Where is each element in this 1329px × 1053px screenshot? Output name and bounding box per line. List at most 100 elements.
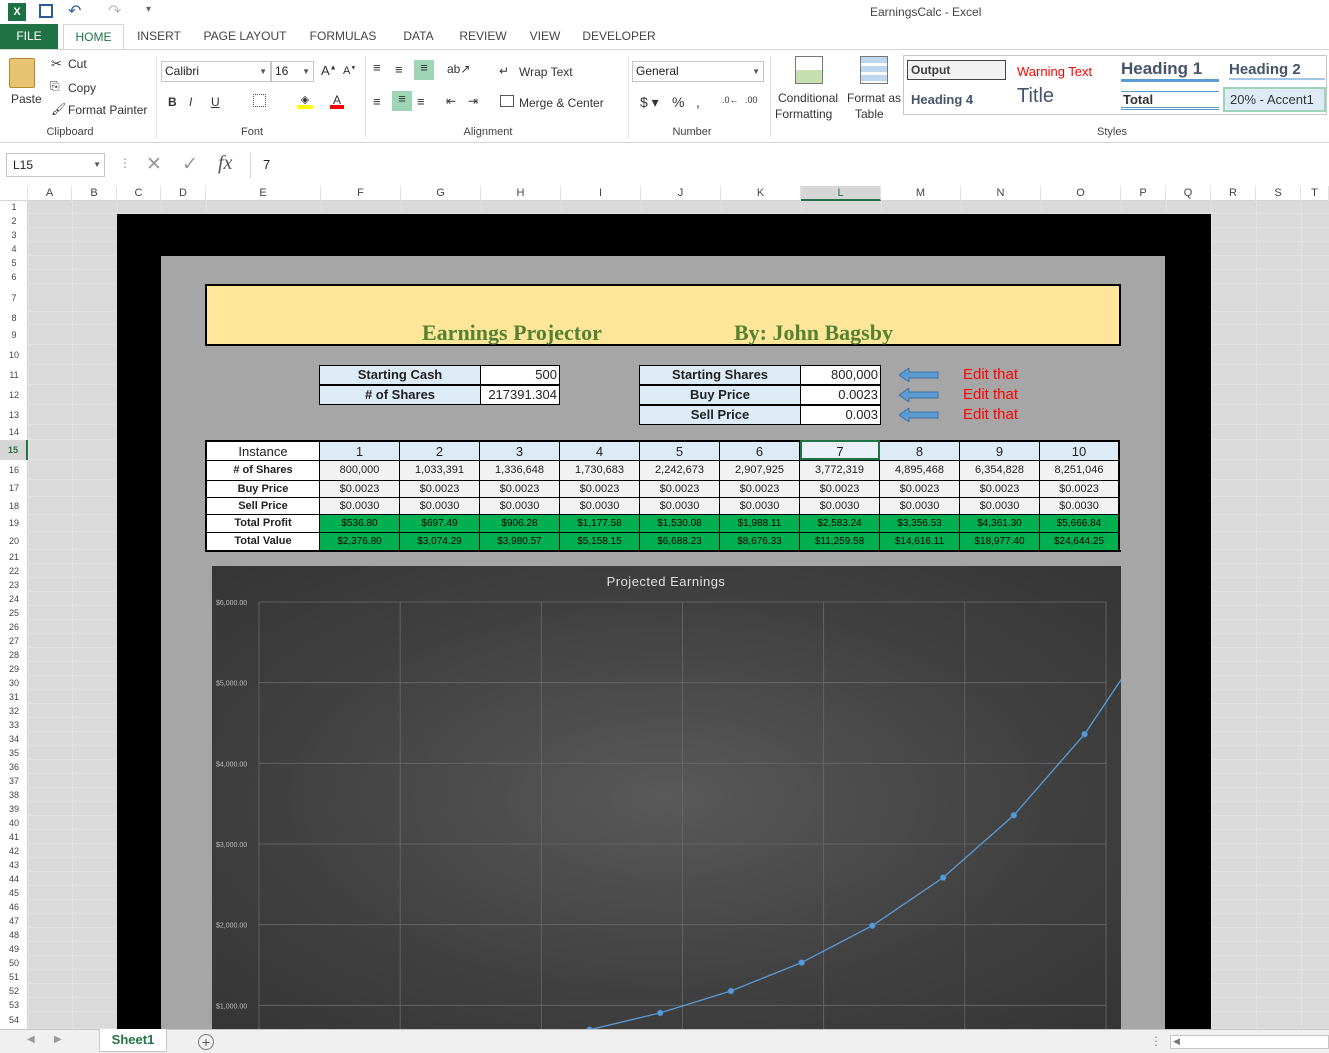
undo-icon[interactable]: ↶ [68,1,81,21]
currency-icon[interactable]: $ ▾ [640,94,659,111]
row-header-19[interactable]: 19 [0,515,28,532]
table-cell[interactable]: $14,616.11 [880,532,960,550]
column-header-c[interactable]: C [117,186,161,201]
row-header-45[interactable]: 45 [0,886,28,900]
column-header-b[interactable]: B [72,186,117,201]
row-header-32[interactable]: 32 [0,704,28,718]
table-cell[interactable]: $0.0023 [720,480,800,497]
fill-color-icon[interactable]: ◈ [297,93,313,109]
row-header-51[interactable]: 51 [0,970,28,984]
align-bottom-icon[interactable]: ≡ [414,60,434,80]
decrease-decimal-icon[interactable]: .00 [745,95,758,105]
row-header-3[interactable]: 3 [0,228,28,242]
table-cell[interactable]: $0.0023 [880,480,960,497]
column-header-s[interactable]: S [1256,186,1301,201]
row-header-17[interactable]: 17 [0,480,28,497]
style-heading1[interactable]: Heading 1 [1121,59,1219,82]
tab-formulas[interactable]: FORMULAS [305,24,381,49]
row-header-28[interactable]: 28 [0,648,28,662]
cancel-icon[interactable]: ✕ [146,153,162,176]
row-label-shares[interactable]: # of Shares [205,460,320,480]
scroll-left-icon[interactable]: ◀ [27,1034,35,1045]
row-header-33[interactable]: 33 [0,718,28,732]
row-header-15[interactable]: 15 [0,440,28,460]
table-cell[interactable]: 4 [560,440,640,460]
table-cell[interactable]: $3,074.29 [400,532,480,550]
table-cell[interactable]: $5,666.84 [1040,514,1120,532]
table-cell[interactable]: $0.0030 [640,497,720,514]
buy-price-value[interactable]: 0.0023 [800,385,881,405]
row-header-43[interactable]: 43 [0,858,28,872]
table-cell[interactable]: $4,361.30 [960,514,1040,532]
select-all-corner[interactable] [0,186,28,201]
row-header-42[interactable]: 42 [0,844,28,858]
table-cell[interactable]: $3,356.53 [880,514,960,532]
underline-icon[interactable]: U [211,95,220,109]
font-color-icon[interactable]: A [330,93,344,109]
row-header-34[interactable]: 34 [0,732,28,746]
starting-cash-label[interactable]: Starting Cash [319,365,481,385]
row-header-21[interactable]: 21 [0,550,28,564]
row-header-27[interactable]: 27 [0,634,28,648]
buy-price-label[interactable]: Buy Price [639,385,801,405]
row-header-30[interactable]: 30 [0,676,28,690]
conditional-formatting-icon[interactable] [795,56,823,84]
row-header-25[interactable]: 25 [0,606,28,620]
title-banner[interactable]: Earnings Projector By: John Bagsby [205,284,1121,346]
data-point[interactable] [727,987,735,995]
table-cell[interactable]: 3 [480,440,560,460]
table-cell[interactable]: $0.0023 [960,480,1040,497]
decrease-indent-icon[interactable]: ⇤ [446,94,456,108]
font-size-select[interactable]: 16 ▼ [271,61,314,82]
tab-file[interactable]: FILE [0,24,58,49]
table-cell[interactable]: $8,676.33 [720,532,800,550]
row-header-11[interactable]: 11 [0,365,28,385]
customize-quick-access-icon[interactable]: ▾ [146,4,151,15]
copy-button[interactable]: Copy [68,81,96,95]
row-label-sell-price[interactable]: Sell Price [205,497,320,514]
merge-center-icon[interactable] [500,95,514,107]
edit-note[interactable]: Edit that [963,406,1018,423]
table-cell[interactable]: $24,644.25 [1040,532,1120,550]
align-center-icon[interactable]: ≡ [392,91,412,111]
row-header-10[interactable]: 10 [0,345,28,365]
style-total[interactable]: Total [1121,91,1219,110]
data-point[interactable] [1081,730,1088,738]
cut-button[interactable]: Cut [68,57,87,71]
table-cell[interactable]: $906.28 [480,514,560,532]
row-header-18[interactable]: 18 [0,497,28,515]
edit-note[interactable]: Edit that [963,386,1018,403]
edit-note[interactable]: Edit that [963,366,1018,383]
row-header-9[interactable]: 9 [0,325,28,345]
column-header-m[interactable]: M [881,186,961,201]
format-painter-icon[interactable]: 🖌 [51,102,66,116]
save-icon[interactable] [39,4,53,18]
table-cell[interactable]: 2,907,925 [720,460,800,480]
horizontal-scrollbar[interactable]: ◀ [1170,1035,1329,1049]
row-header-8[interactable]: 8 [0,312,28,325]
row-header-29[interactable]: 29 [0,662,28,676]
table-cell[interactable]: $0.0030 [1040,497,1120,514]
table-cell[interactable]: $536.80 [320,514,400,532]
starting-shares-value[interactable]: 800,000 [800,365,881,385]
table-cell[interactable]: 1,730,683 [560,460,640,480]
row-header-50[interactable]: 50 [0,956,28,970]
style-warning-text[interactable]: Warning Text [1017,64,1092,79]
table-cell[interactable]: $0.0030 [720,497,800,514]
align-left-icon[interactable]: ≡ [373,94,381,109]
row-header-41[interactable]: 41 [0,830,28,844]
table-cell[interactable]: 4,895,468 [880,460,960,480]
paste-icon[interactable] [9,58,35,88]
row-header-54[interactable]: 54 [0,1012,28,1029]
increase-decimal-icon[interactable]: .0← [722,95,739,105]
orientation-icon[interactable]: ab↗ [447,62,470,76]
tab-page-layout[interactable]: PAGE LAYOUT [198,24,292,49]
row-header-49[interactable]: 49 [0,942,28,956]
table-cell[interactable]: $0.0023 [1040,480,1120,497]
column-header-t[interactable]: T [1301,186,1329,201]
table-cell[interactable]: $11,259.58 [800,532,880,550]
align-middle-icon[interactable]: ≡ [395,62,403,77]
table-cell[interactable]: $6,688.23 [640,532,720,550]
align-top-icon[interactable]: ≡ [373,60,381,75]
row-header-37[interactable]: 37 [0,774,28,788]
